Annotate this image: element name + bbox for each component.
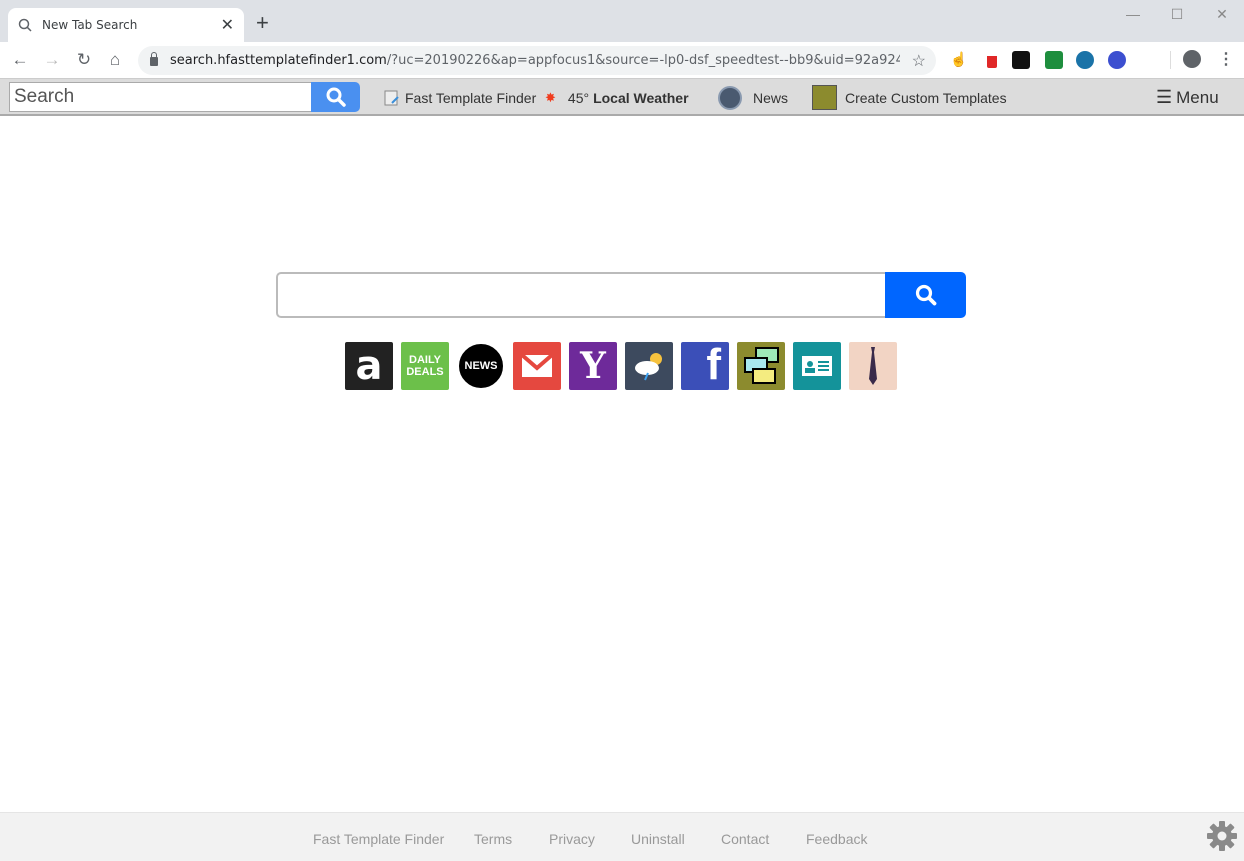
globe-news-icon: NEWS (464, 360, 498, 372)
amazon-icon: a (355, 343, 383, 389)
video-extension-icon[interactable] (1045, 51, 1063, 69)
minimize-button[interactable]: — (1123, 6, 1143, 22)
search-icon (915, 284, 936, 306)
clicker-extension-icon[interactable]: ☝ (950, 51, 968, 69)
footer-link-feedback[interactable]: Feedback (806, 831, 867, 847)
footer-link-contact[interactable]: Contact (721, 831, 769, 847)
news-icon (718, 85, 742, 110)
forward-icon[interactable]: → (42, 50, 62, 70)
tv-extension-icon[interactable] (1108, 51, 1126, 69)
templates-icon (744, 347, 779, 384)
back-icon[interactable]: ← (10, 50, 30, 70)
close-window-button[interactable]: ✕ (1212, 6, 1232, 23)
shortcut-tiles: a DAILY DEALS NEWS Y f (345, 342, 897, 390)
search-icon (18, 18, 32, 32)
footer-link-uninstall[interactable]: Uninstall (631, 831, 685, 847)
daily-deals-icon: DAILY DEALS (406, 354, 444, 378)
fries-extension-icon[interactable] (983, 51, 1001, 69)
toolbar-search-input[interactable]: Search (9, 82, 311, 112)
hamburger-icon: ☰ (1156, 87, 1173, 107)
extension-toolbar: Search Fast Template Finder ✸ 45° Local … (0, 79, 1244, 116)
url-host: search.hfasttemplatefinder1.com (170, 53, 387, 68)
footer-link-privacy[interactable]: Privacy (549, 831, 595, 847)
menu-button[interactable]: ☰ Menu (1156, 79, 1219, 116)
toolbar-divider (1170, 51, 1171, 69)
envelope-icon (521, 354, 553, 377)
yahoo-tile[interactable]: Y (569, 342, 617, 390)
amazon-tile[interactable]: a (345, 342, 393, 390)
url-path: /?uc=20190226&ap=appfocus1&source=-lp0-d… (386, 53, 900, 68)
toolbar-search-button[interactable] (311, 82, 360, 112)
id-card-icon (802, 356, 832, 376)
close-tab-icon[interactable]: ✕ (221, 15, 234, 35)
news-link[interactable]: News (718, 79, 788, 116)
browser-menu-icon[interactable]: ⋮ (1218, 49, 1234, 69)
new-tab-button[interactable]: + (256, 12, 269, 34)
storm-cloud-icon (635, 353, 662, 381)
fast-template-finder-label: Fast Template Finder (405, 89, 537, 106)
local-weather-link[interactable]: ✸ 45° Local Weather (545, 79, 689, 116)
main-search-input[interactable] (276, 272, 886, 318)
facebook-tile[interactable]: f (681, 342, 729, 390)
reload-icon[interactable]: ↻ (74, 50, 94, 70)
profile-avatar-icon[interactable] (1183, 50, 1201, 68)
tie-tile[interactable] (849, 342, 897, 390)
address-bar-row: ← → ↻ ⌂ search.hfasttemplatefinder1.com/… (0, 42, 1244, 79)
weather-label: Local Weather (593, 89, 689, 106)
document-edit-icon (384, 90, 399, 105)
weather-tile[interactable] (625, 342, 673, 390)
daily-deals-tile[interactable]: DAILY DEALS (401, 342, 449, 390)
browser-tab[interactable]: New Tab Search ✕ (8, 8, 244, 42)
home-icon[interactable]: ⌂ (105, 50, 125, 70)
bookmark-star-icon[interactable]: ☆ (912, 51, 926, 71)
fast-template-finder-link[interactable]: Fast Template Finder (384, 79, 536, 116)
news-tile[interactable]: NEWS (457, 342, 505, 390)
lock-icon (150, 52, 158, 66)
browser-titlebar: New Tab Search ✕ + — ☐ ✕ (0, 0, 1244, 42)
facebook-icon: f (706, 342, 721, 389)
templates-icon (812, 85, 837, 110)
footer-link-fast-template-finder[interactable]: Fast Template Finder (313, 831, 444, 847)
music-extension-icon[interactable] (1076, 51, 1094, 69)
create-custom-templates-link[interactable]: Create Custom Templates (812, 79, 1007, 116)
weather-temperature: 45° (567, 89, 590, 106)
url-field[interactable]: search.hfasttemplatefinder1.com/?uc=2019… (138, 46, 936, 75)
footer-link-terms[interactable]: Terms (474, 831, 512, 847)
sun-icon: ✸ (545, 89, 556, 105)
templates-tile[interactable] (737, 342, 785, 390)
search-icon (326, 87, 346, 107)
create-templates-label: Create Custom Templates (845, 89, 1007, 106)
news-label: News (753, 89, 789, 106)
game-extension-icon[interactable] (1012, 51, 1030, 69)
main-search-button[interactable] (885, 272, 966, 318)
menu-label: Menu (1176, 87, 1219, 107)
settings-gear-icon[interactable] (1206, 820, 1238, 852)
contact-card-tile[interactable] (793, 342, 841, 390)
tab-title: New Tab Search (42, 18, 138, 32)
gmail-tile[interactable] (513, 342, 561, 390)
footer: Fast Template Finder Terms Privacy Unins… (0, 812, 1244, 861)
yahoo-icon: Y (580, 345, 606, 387)
maximize-button[interactable]: ☐ (1167, 6, 1187, 23)
necktie-icon (869, 347, 877, 385)
